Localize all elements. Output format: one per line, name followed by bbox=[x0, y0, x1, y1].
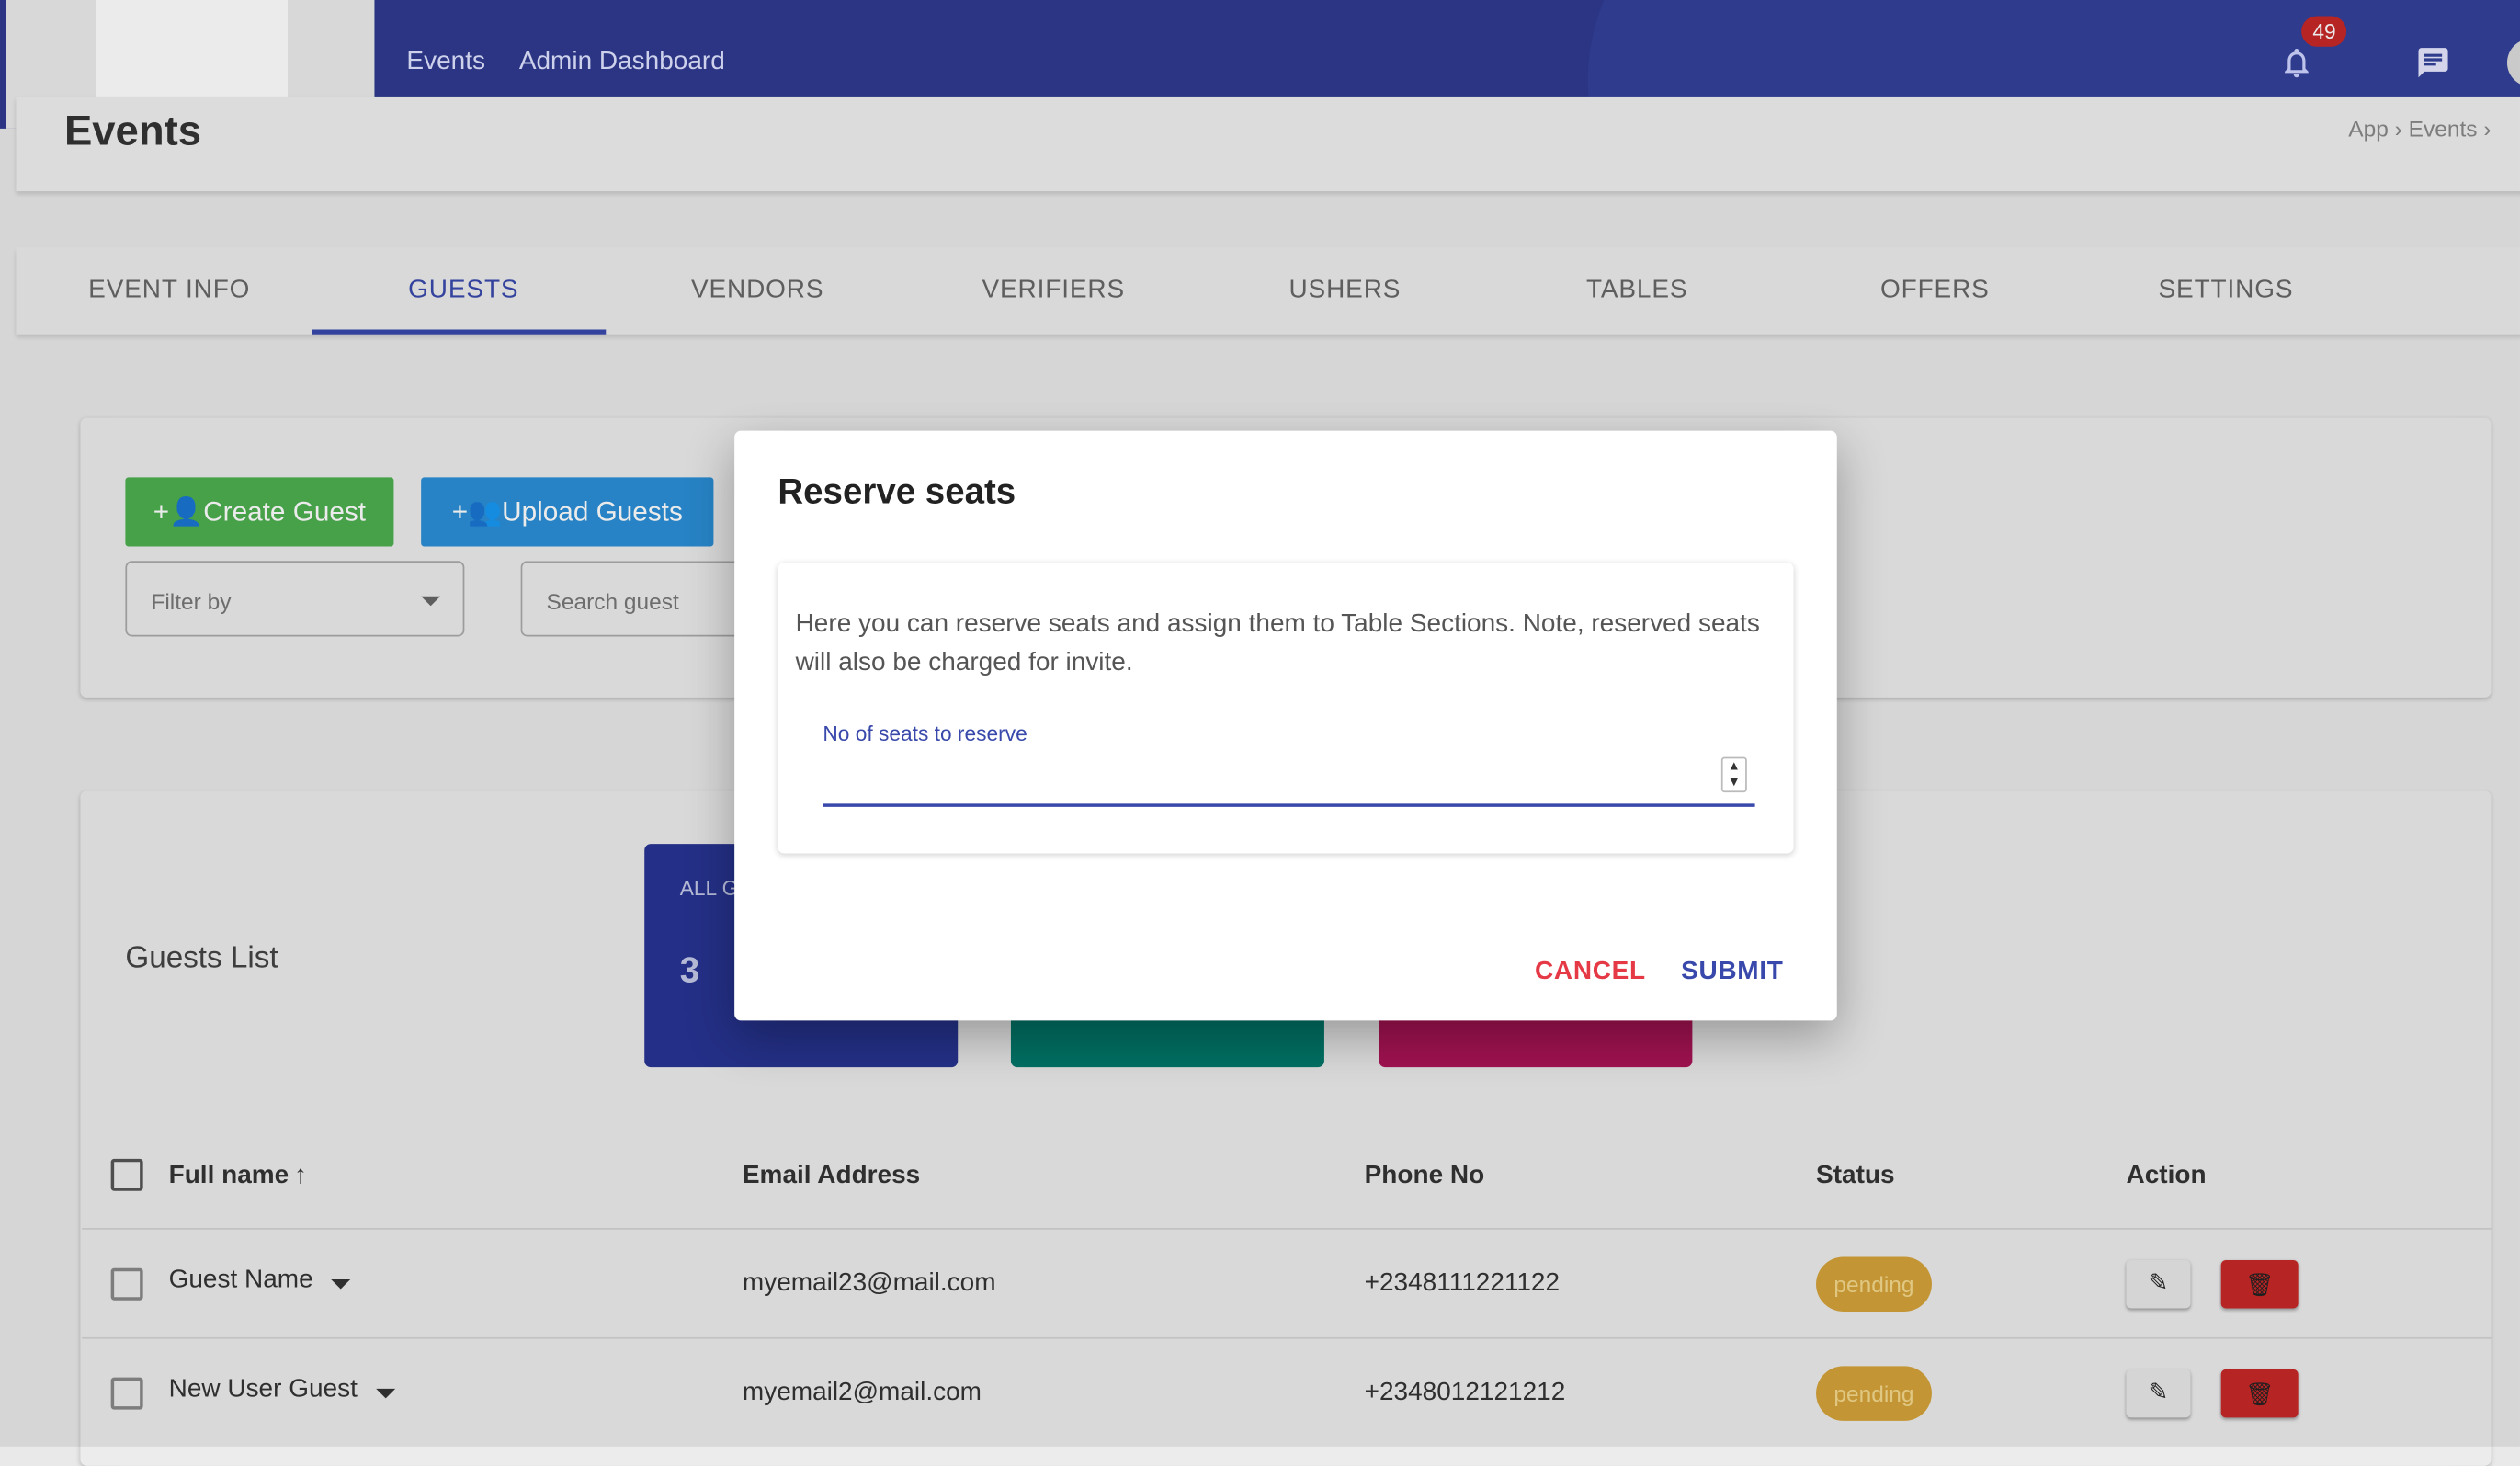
dialog-title: Reserve seats bbox=[778, 471, 1016, 512]
reserve-seats-dialog: Reserve seats Here you can reserve seats… bbox=[734, 430, 1837, 1021]
seats-field-label: No of seats to reserve bbox=[823, 722, 1027, 746]
cancel-button[interactable]: CANCEL bbox=[1535, 958, 1646, 986]
dialog-description: Here you can reserve seats and assign th… bbox=[795, 610, 1760, 677]
number-stepper-icon[interactable]: ▲ ▼ bbox=[1720, 756, 1747, 793]
submit-button[interactable]: SUBMIT bbox=[1681, 958, 1783, 986]
dialog-content-card: Here you can reserve seats and assign th… bbox=[778, 563, 1794, 854]
seats-number-input[interactable] bbox=[823, 752, 1755, 807]
